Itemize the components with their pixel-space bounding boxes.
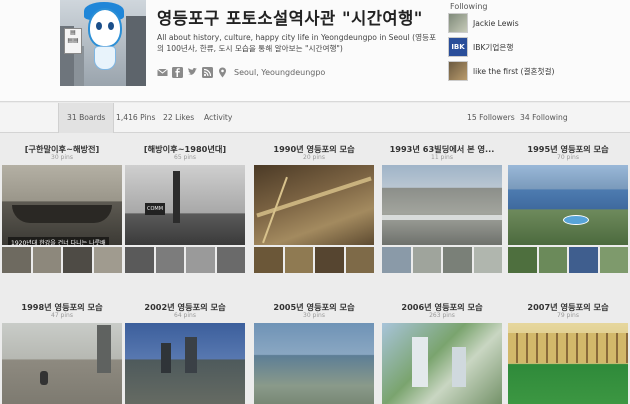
mascot-sign: ▤ ▤▤	[64, 28, 82, 54]
board-pin-count: 263 pins	[429, 312, 455, 319]
following-item[interactable]: Jackie Lewis	[448, 13, 519, 33]
board-thumbnails	[254, 247, 374, 273]
board-pin-count: 65 pins	[174, 154, 196, 161]
board-cover-image[interactable]	[2, 323, 122, 404]
board-cover-image[interactable]	[508, 323, 628, 404]
profile-name: 영등포구 포토소설역사관 "시간여행"	[157, 9, 423, 28]
following-name: like the first (결혼첫걸)	[473, 66, 555, 76]
board-pin-count: 30 pins	[51, 154, 73, 161]
board-pin-count: 30 pins	[303, 312, 325, 319]
board-thumbnails	[382, 247, 502, 273]
social-links: Seoul, Yeoungdeungpo	[157, 66, 325, 78]
cover-caption: 1920년대 한강을 건너 다니는 나룻배	[8, 237, 109, 245]
board-thumbnails	[125, 247, 245, 273]
facebook-icon[interactable]	[172, 66, 183, 78]
mascot-eye	[96, 22, 102, 30]
board-cover-image[interactable]	[254, 323, 374, 404]
board-cover-image[interactable]	[254, 165, 374, 245]
mascot-legs	[94, 46, 116, 70]
tab-activity[interactable]: Activity	[196, 103, 240, 133]
board-cover-image[interactable]	[125, 323, 245, 404]
following-name: IBK기업은행	[473, 42, 514, 52]
mascot-eye	[108, 22, 114, 30]
rss-icon[interactable]	[202, 66, 213, 78]
cover-sign: COMM	[145, 203, 165, 215]
board-thumbnails	[508, 247, 628, 273]
board-cover-image[interactable]	[508, 165, 628, 245]
profile-header: ▤ ▤▤ 영등포구 포토소설역사관 "시간여행" All about histor…	[0, 0, 630, 102]
stats-tab-bar: 31 Boards 1,416 Pins 22 Likes Activity 1…	[0, 103, 630, 133]
mascot-body	[88, 8, 122, 48]
board-pin-count: 79 pins	[557, 312, 579, 319]
following-thumb	[448, 13, 468, 33]
tab-boards[interactable]: 31 Boards	[58, 103, 115, 133]
board-cover-image[interactable]: COMM	[125, 165, 245, 245]
following-item[interactable]: IBK IBK기업은행	[448, 37, 513, 57]
following-panel: Following Jackie Lewis IBK IBK기업은행 like …	[448, 0, 630, 102]
profile-about: All about history, culture, happy city l…	[157, 33, 437, 53]
following-thumb	[448, 61, 468, 81]
tab-following[interactable]: 34 Following	[512, 103, 576, 133]
board-thumbnails	[2, 247, 122, 273]
location-pin-icon	[217, 67, 228, 78]
following-item[interactable]: like the first (결혼첫걸)	[448, 61, 554, 81]
profile-location[interactable]: Seoul, Yeoungdeungpo	[234, 68, 325, 77]
following-thumb: IBK	[448, 37, 468, 57]
board-pin-count: 20 pins	[303, 154, 325, 161]
board-pin-count: 64 pins	[174, 312, 196, 319]
board-pin-count: 47 pins	[51, 312, 73, 319]
board-cover-image[interactable]: 1920년대 한강을 건너 다니는 나룻배	[2, 165, 122, 245]
following-name: Jackie Lewis	[473, 18, 519, 28]
twitter-icon[interactable]	[187, 67, 198, 78]
board-cover-image[interactable]	[382, 323, 502, 404]
board-pin-count: 11 pins	[431, 154, 453, 161]
following-title: Following	[450, 2, 488, 11]
mail-icon[interactable]	[157, 67, 168, 78]
board-cover-image[interactable]	[382, 165, 502, 245]
profile-avatar[interactable]: ▤ ▤▤	[60, 0, 146, 86]
board-pin-count: 70 pins	[557, 154, 579, 161]
